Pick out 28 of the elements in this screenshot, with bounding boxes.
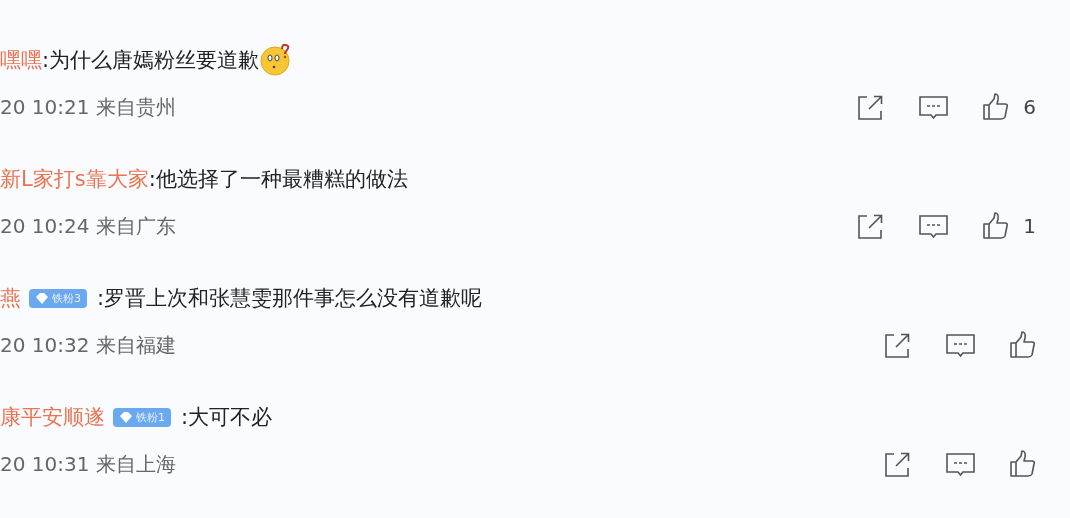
comment-icon[interactable] — [919, 213, 950, 239]
share-icon[interactable] — [884, 331, 912, 359]
comment-icon[interactable] — [946, 451, 976, 477]
comment-time: 20 10:24 来自广东 — [0, 212, 176, 240]
diamond-icon — [119, 410, 133, 424]
comment-time: 20 10:21 来自贵州 — [0, 93, 176, 121]
fan-badge: 铁粉1 — [113, 407, 171, 427]
comment-text: :他选择了一种最糟糕的做法 — [148, 166, 408, 193]
comment-text: :大可不必 — [181, 404, 273, 431]
like-count: 1 — [1023, 214, 1036, 238]
comment-text: :为什么唐嫣粉丝要道歉 — [42, 47, 260, 74]
comment-time: 20 10:32 来自福建 — [0, 331, 176, 359]
comment-text: :罗晋上次和张慧雯那件事怎么没有道歉呢 — [97, 285, 483, 312]
diamond-icon — [35, 291, 49, 305]
thumbs-up-icon[interactable] — [983, 212, 1010, 240]
share-icon[interactable] — [884, 450, 912, 478]
user-name: 燕 — [0, 285, 21, 312]
comment-time: 20 10:31 来自上海 — [0, 450, 176, 478]
like-count: 6 — [1023, 95, 1036, 119]
comment-icon[interactable] — [919, 94, 950, 120]
user-name: 新L家打s靠大家 — [0, 166, 149, 193]
user-name: 康平安顺遂 — [0, 404, 105, 431]
thumbs-up-icon[interactable] — [1010, 450, 1036, 478]
comment-icon[interactable] — [946, 332, 976, 358]
thumbs-up-icon[interactable] — [983, 93, 1010, 121]
thumbs-up-icon[interactable] — [1010, 331, 1036, 359]
fan-badge: 铁粉3 — [29, 288, 87, 308]
user-name: 嘿嘿 — [0, 47, 42, 74]
